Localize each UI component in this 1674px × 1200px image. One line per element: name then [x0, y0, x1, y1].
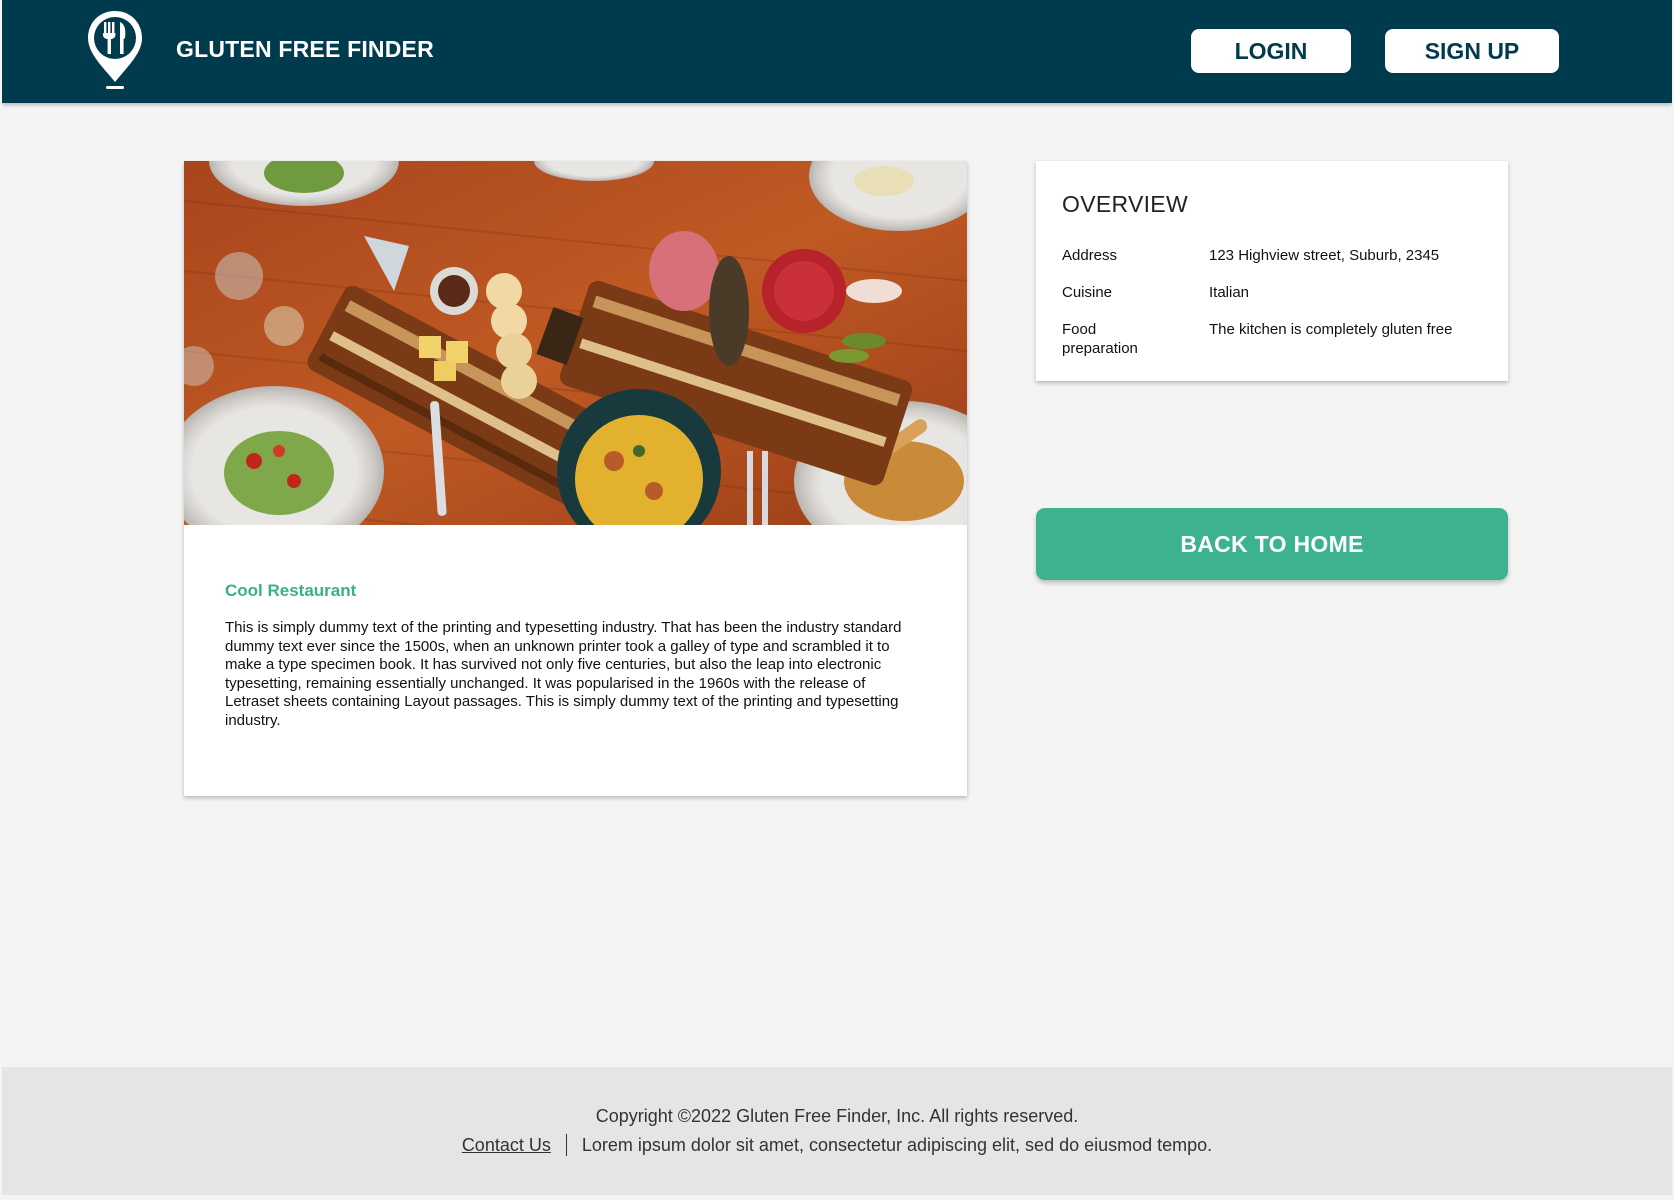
- restaurant-photo: [184, 161, 967, 525]
- overview-panel: OVERVIEW Address 123 Highview street, Su…: [1036, 161, 1508, 381]
- restaurant-card: Cool Restaurant This is simply dummy tex…: [184, 161, 967, 796]
- page: GLUTEN FREE FINDER LOGIN SIGN UP Cool Re…: [2, 0, 1672, 1196]
- back-to-home-button[interactable]: BACK TO HOME: [1036, 508, 1508, 580]
- overview-title: OVERVIEW: [1062, 191, 1188, 217]
- overview-value: The kitchen is completely gluten free: [1209, 321, 1453, 338]
- overview-label: Food preparation: [1062, 321, 1138, 357]
- footer-tagline: Lorem ipsum dolor sit amet, consectetur …: [581, 1134, 1213, 1155]
- restaurant-description: This is simply dummy text of the printin…: [225, 619, 902, 729]
- overview-value: Italian: [1209, 284, 1250, 301]
- contact-us-link[interactable]: Contact Us: [462, 1135, 551, 1156]
- fork-knife-map-pin-icon[interactable]: [84, 8, 146, 92]
- sign-up-button[interactable]: SIGN UP: [1385, 29, 1559, 73]
- restaurant-name: Cool Restaurant: [225, 581, 357, 600]
- login-button[interactable]: LOGIN: [1191, 29, 1351, 73]
- footer-divider: [565, 1134, 567, 1156]
- top-nav-bar: GLUTEN FREE FINDER LOGIN SIGN UP: [2, 0, 1672, 103]
- brand-name[interactable]: GLUTEN FREE FINDER: [176, 36, 434, 63]
- footer: Copyright ©2022 Gluten Free Finder, Inc.…: [2, 1067, 1672, 1195]
- footer-links: Contact Us Lorem ipsum dolor sit amet, c…: [2, 1134, 1672, 1156]
- overview-value: 123 Highview street, Suburb, 2345: [1209, 247, 1440, 264]
- overview-label: Cuisine: [1062, 284, 1113, 301]
- overview-label: Address: [1062, 247, 1118, 264]
- copyright-text: Copyright ©2022 Gluten Free Finder, Inc.…: [595, 1106, 1079, 1126]
